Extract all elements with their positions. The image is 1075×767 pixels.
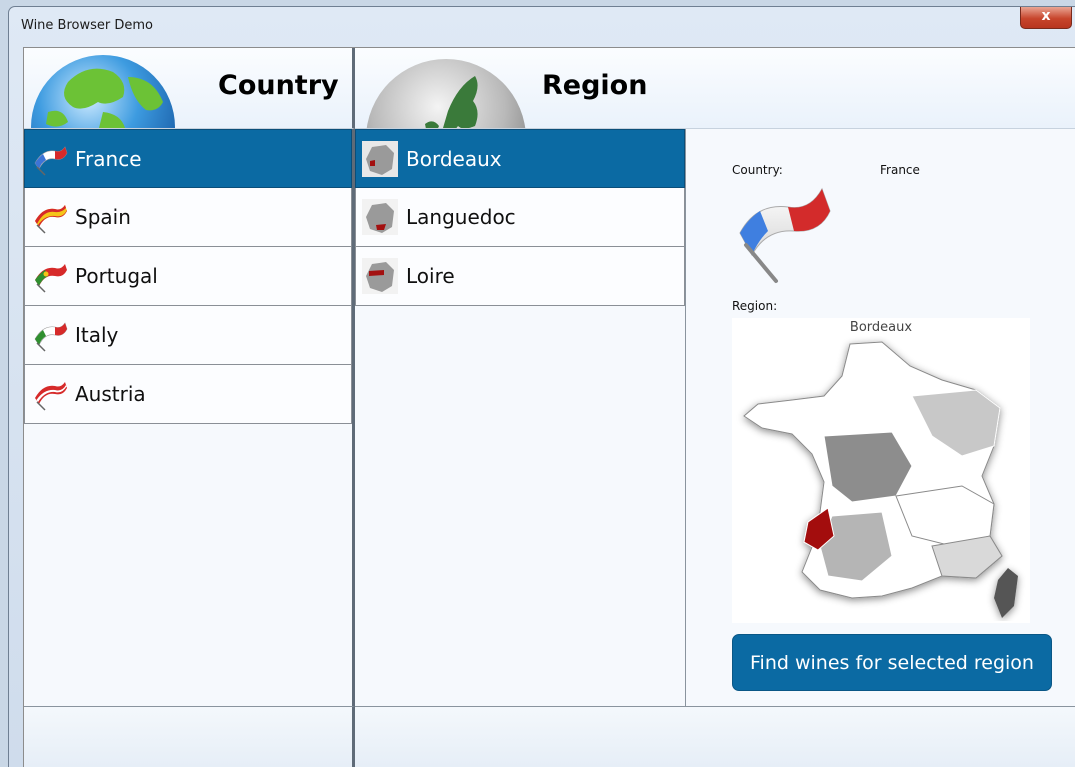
region-item-bordeaux[interactable]: Bordeaux (355, 129, 685, 188)
country-field-label: Country: (732, 163, 783, 177)
country-item-label: France (75, 146, 142, 171)
country-item-france[interactable]: France (24, 129, 352, 188)
close-button[interactable]: x (1020, 7, 1072, 29)
country-list: France Spain Portugal Italy Austria (24, 129, 355, 706)
client-area: Country Region France Spain Portugal Ita… (23, 47, 1075, 767)
detail-panel: Country: France Region: Bordeaux Find wi… (686, 129, 1075, 706)
flag-france-large-icon (739, 187, 831, 283)
region-item-label: Bordeaux (406, 146, 502, 171)
region-item-languedoc[interactable]: Languedoc (355, 188, 685, 247)
country-header: Country (24, 48, 355, 129)
window-title: Wine Browser Demo (21, 18, 153, 33)
flag-france-icon (34, 145, 68, 176)
country-item-spain[interactable]: Spain (24, 188, 352, 247)
france-map-icon (743, 341, 1018, 618)
region-map-title: Bordeaux (849, 320, 913, 335)
globe-icon (31, 55, 175, 128)
flag-austria-icon (35, 382, 67, 411)
country-item-label: Portugal (75, 264, 158, 288)
country-item-label: Spain (75, 205, 131, 229)
region-item-label: Languedoc (406, 205, 516, 229)
region-header-title: Region (542, 70, 648, 101)
region-header: Region (355, 48, 1075, 129)
europe-globe-icon (366, 59, 526, 128)
country-field-value: France (880, 163, 920, 177)
country-item-austria[interactable]: Austria (24, 365, 352, 424)
country-footer (24, 706, 355, 767)
region-map-icon (362, 258, 398, 294)
region-field-label: Region: (732, 299, 778, 313)
region-list: Bordeaux Languedoc Loire (355, 129, 686, 706)
region-item-loire[interactable]: Loire (355, 247, 685, 306)
region-map: Bordeaux (732, 318, 1030, 623)
region-footer (355, 706, 1075, 767)
flag-italy-icon (34, 322, 68, 352)
title-bar[interactable]: Wine Browser Demo x (9, 7, 1075, 45)
flag-spain-icon (35, 205, 67, 234)
country-header-title: Country (218, 70, 339, 101)
region-item-label: Loire (406, 264, 455, 288)
app-window: Wine Browser Demo x Country Region Franc… (8, 6, 1075, 767)
flag-portugal-icon (35, 264, 67, 293)
find-wines-button[interactable]: Find wines for selected region (732, 634, 1052, 691)
country-item-label: Italy (75, 323, 119, 347)
country-item-portugal[interactable]: Portugal (24, 247, 352, 306)
country-item-label: Austria (75, 382, 146, 406)
region-map-icon (362, 199, 398, 235)
region-map-icon (362, 140, 398, 177)
country-item-italy[interactable]: Italy (24, 306, 352, 365)
